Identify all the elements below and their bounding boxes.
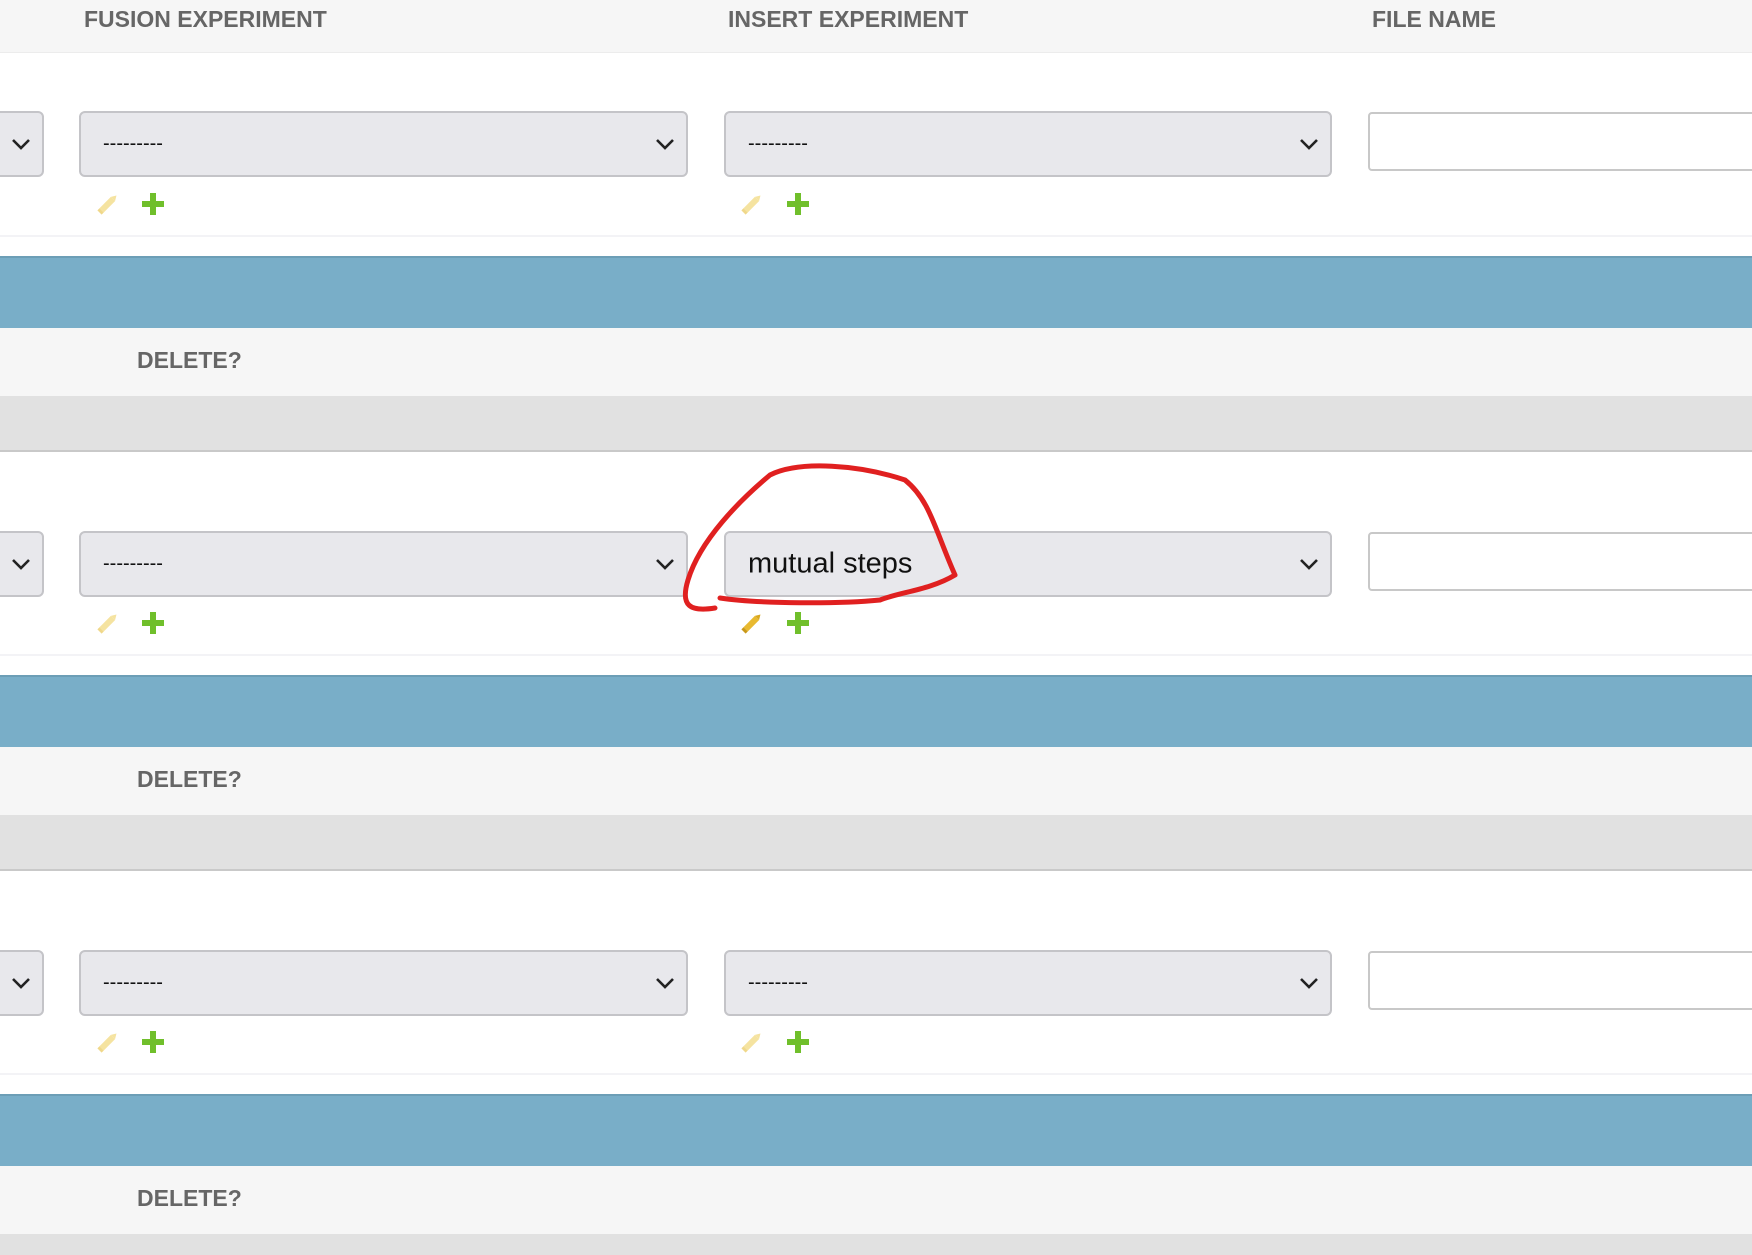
fusion-experiment-value: --------- (103, 132, 163, 155)
pencil-icon[interactable] (95, 191, 121, 217)
delete-label[interactable]: DELETE? (137, 347, 242, 374)
row-separator-bar (0, 675, 1752, 747)
chevron-down-icon (1300, 559, 1318, 570)
chevron-down-icon (656, 978, 674, 989)
pencil-icon[interactable] (95, 610, 121, 636)
chevron-down-icon (12, 978, 30, 989)
previous-column-select[interactable] (0, 111, 44, 177)
previous-column-select[interactable] (0, 950, 44, 1016)
file-name-input[interactable] (1368, 112, 1752, 171)
insert-experiment-value: --------- (748, 971, 808, 994)
fusion-experiment-select[interactable]: --------- (79, 531, 688, 597)
delete-row: DELETE? (0, 328, 1752, 396)
delete-row: DELETE? (0, 1166, 1752, 1234)
header-insert-experiment: INSERT EXPERIMENT (728, 6, 969, 32)
pencil-icon[interactable] (95, 1029, 121, 1055)
file-name-input[interactable] (1368, 951, 1752, 1010)
table-row: --------- mutual steps (0, 472, 1752, 656)
chevron-down-icon (656, 559, 674, 570)
plus-icon[interactable] (785, 191, 811, 217)
row-divider (0, 396, 1752, 452)
fusion-experiment-value: --------- (103, 552, 163, 575)
header-fusion-experiment: FUSION EXPERIMENT (84, 6, 327, 32)
chevron-down-icon (1300, 978, 1318, 989)
file-name-input[interactable] (1368, 532, 1752, 591)
insert-experiment-value: --------- (748, 132, 808, 155)
row-divider (0, 1234, 1752, 1255)
fusion-experiment-select[interactable]: --------- (79, 111, 688, 177)
chevron-down-icon (1300, 139, 1318, 150)
previous-column-select[interactable] (0, 531, 44, 597)
row-separator-bar (0, 1094, 1752, 1166)
pencil-icon[interactable] (739, 191, 765, 217)
pencil-icon[interactable] (739, 610, 765, 636)
plus-icon[interactable] (140, 610, 166, 636)
row-divider (0, 815, 1752, 871)
table-row: --------- --------- (0, 891, 1752, 1075)
delete-label[interactable]: DELETE? (137, 766, 242, 793)
delete-label[interactable]: DELETE? (137, 1185, 242, 1212)
pencil-icon[interactable] (739, 1029, 765, 1055)
fusion-experiment-value: --------- (103, 971, 163, 994)
insert-experiment-value: mutual steps (748, 547, 913, 580)
chevron-down-icon (656, 139, 674, 150)
insert-experiment-select[interactable]: --------- (724, 111, 1332, 177)
plus-icon[interactable] (785, 1029, 811, 1055)
plus-icon[interactable] (785, 610, 811, 636)
inline-formset-page: FUSION EXPERIMENT INSERT EXPERIMENT FILE… (0, 0, 1752, 1255)
header-file-name: FILE NAME (1372, 6, 1496, 32)
table-header: FUSION EXPERIMENT INSERT EXPERIMENT FILE… (0, 0, 1752, 53)
row-separator-bar (0, 256, 1752, 328)
delete-row: DELETE? (0, 747, 1752, 815)
fusion-experiment-select[interactable]: --------- (79, 950, 688, 1016)
plus-icon[interactable] (140, 191, 166, 217)
table-row: --------- --------- (0, 53, 1752, 237)
chevron-down-icon (12, 139, 30, 150)
insert-experiment-select[interactable]: mutual steps (724, 531, 1332, 597)
chevron-down-icon (12, 559, 30, 570)
insert-experiment-select[interactable]: --------- (724, 950, 1332, 1016)
plus-icon[interactable] (140, 1029, 166, 1055)
